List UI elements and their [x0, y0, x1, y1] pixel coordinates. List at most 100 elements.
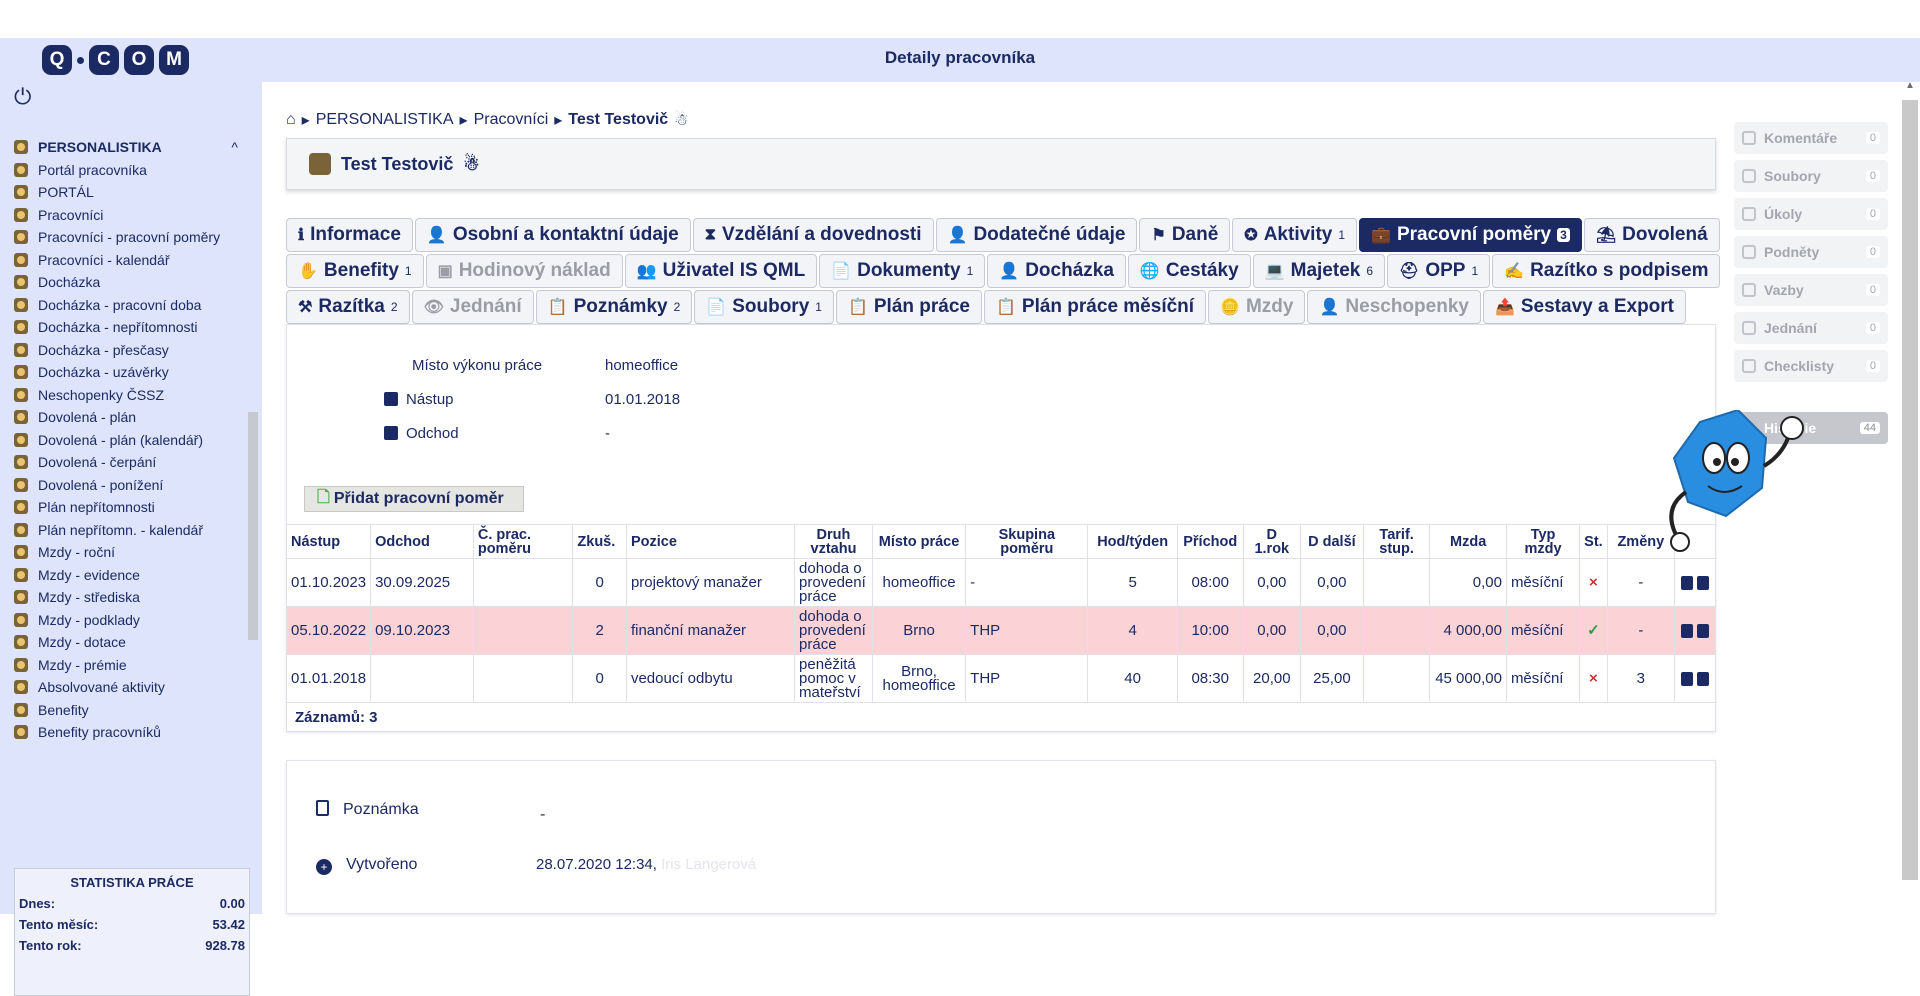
sidebar-item[interactable]: Benefity: [14, 699, 246, 722]
sidebar-item[interactable]: Plán nepřítomn. - kalendář: [14, 519, 246, 542]
tab-coins[interactable]: 🪙 Mzdy: [1208, 290, 1306, 324]
home-icon[interactable]: ⌂: [286, 111, 296, 129]
column-header[interactable]: Nástup: [285, 524, 372, 559]
column-header[interactable]: Místo práce: [871, 524, 967, 559]
sidebar-item[interactable]: Portál pracovníka: [14, 159, 246, 182]
tab-money[interactable]: ▣ Hodinový náklad: [425, 254, 623, 288]
breadcrumb-personalistika[interactable]: PERSONALISTIKA: [316, 111, 454, 129]
tab-signature[interactable]: ✍ Razítko s podpisem: [1492, 254, 1721, 288]
sidebar-item[interactable]: Absolvované aktivity: [14, 676, 246, 699]
tab-info[interactable]: ℹ Informace: [286, 218, 413, 252]
copy-icon[interactable]: [1680, 623, 1693, 638]
scroll-up-icon[interactable]: ▲: [1905, 80, 1915, 91]
cell-tarif: [1362, 606, 1431, 655]
table-row[interactable]: 01.10.2023 30.09.2025 0 projektový manažer d…: [285, 558, 1717, 607]
column-header[interactable]: Tarif. stup.: [1362, 524, 1431, 559]
sidebar-scroll-thumb[interactable]: [248, 412, 258, 640]
tab-user-clock[interactable]: 👤 Docházka: [987, 254, 1126, 288]
sidebar-item[interactable]: PORTÁL: [14, 181, 246, 204]
tab-laptop[interactable]: 💻 Majetek 6: [1252, 254, 1386, 288]
tab-globe[interactable]: 🌐 Cestáky: [1127, 254, 1251, 288]
delete-icon[interactable]: [1696, 623, 1709, 638]
column-header[interactable]: St.: [1579, 524, 1608, 559]
sidebar-item[interactable]: Docházka - pracovní doba: [14, 294, 246, 317]
tab-hand[interactable]: ✋ Benefity 1: [286, 254, 424, 288]
column-header[interactable]: Skupina poměru: [965, 524, 1089, 559]
table-row[interactable]: 01.01.2018 0 vedoucí odbytu peněžitá pomoc …: [285, 654, 1717, 703]
panel-task[interactable]: Úkoly 0: [1734, 198, 1888, 230]
panel-comment[interactable]: Komentáře 0: [1734, 122, 1888, 154]
tab-briefcase[interactable]: 💼 Pracovní poměry 3: [1359, 218, 1582, 252]
sidebar-item[interactable]: Mzdy - dotace: [14, 631, 246, 654]
panel-link[interactable]: Vazby 0: [1734, 274, 1888, 306]
tab-clipboard-list[interactable]: 📋 Plán práce: [835, 290, 982, 324]
tab-award[interactable]: ✪ Aktivity 1: [1232, 218, 1358, 252]
breadcrumb-pracovnici[interactable]: Pracovníci: [474, 111, 549, 129]
mascot-image: [1669, 410, 1804, 552]
main-scroll-thumb[interactable]: [1902, 100, 1918, 880]
tab-pdf[interactable]: 📄 Dokumenty 1: [819, 254, 986, 288]
sidebar-item[interactable]: Dovolená - plán (kalendář): [14, 429, 246, 452]
panel-meeting[interactable]: Jednání 0: [1734, 312, 1888, 344]
sidebar-scrollbar[interactable]: [246, 212, 260, 832]
sidebar-item[interactable]: Dovolená - ponížení: [14, 474, 246, 497]
column-header[interactable]: D další: [1299, 524, 1364, 559]
delete-icon[interactable]: [1696, 575, 1709, 590]
column-header[interactable]: Zkuš.: [572, 524, 627, 559]
column-header[interactable]: D 1.rok: [1242, 524, 1301, 559]
column-header[interactable]: Typ mzdy: [1505, 524, 1581, 559]
add-employment-button[interactable]: 🗋 Přidat pracovní poměr: [304, 486, 524, 512]
tab-umbrella[interactable]: ⛱ Dovolená: [1583, 218, 1720, 252]
column-header[interactable]: Příchod: [1176, 524, 1244, 559]
column-header[interactable]: Pozice: [625, 524, 796, 559]
tab-file-export[interactable]: 📤 Sestavy a Export: [1482, 290, 1687, 324]
tab-clipboard[interactable]: 📋 Poznámky 2: [535, 290, 693, 324]
delete-icon[interactable]: [1696, 671, 1709, 686]
sidebar-item[interactable]: Dovolená - plán: [14, 406, 246, 429]
panel-lightbulb[interactable]: Podněty 0: [1734, 236, 1888, 268]
tab-tax[interactable]: ⚑ Daně: [1139, 218, 1231, 252]
tab-helmet[interactable]: ⛑ OPP 1: [1387, 254, 1491, 288]
collapse-icon[interactable]: ^: [231, 136, 238, 159]
sidebar-list[interactable]: PERSONALISTIKA ^ Portál pracovníka PORTÁL Pr…: [14, 136, 246, 842]
sidebar-item[interactable]: PERSONALISTIKA ^: [14, 136, 246, 159]
tab-hourglass[interactable]: ⧗ Vzdělání a dovednosti: [692, 218, 934, 252]
table-row[interactable]: 05.10.2022 09.10.2023 2 finanční manažer doh…: [285, 606, 1717, 655]
tab-clipboard-list[interactable]: 📋 Plán práce měsíční: [983, 290, 1207, 324]
sidebar-item[interactable]: Mzdy - střediska: [14, 586, 246, 609]
tab-file-pdf[interactable]: 📄 Soubory 1: [694, 290, 834, 324]
column-header[interactable]: Druh vztahu: [794, 524, 873, 559]
power-icon[interactable]: ⏻: [14, 84, 31, 110]
column-header[interactable]: Mzda: [1429, 524, 1507, 559]
tab-label: Razítka: [318, 296, 385, 317]
copy-icon[interactable]: [1680, 671, 1693, 686]
sidebar-item[interactable]: Pracovníci - pracovní poměry: [14, 226, 246, 249]
sidebar-item[interactable]: Docházka: [14, 271, 246, 294]
tab-eye[interactable]: 👁 Jednání: [411, 290, 534, 324]
sidebar-item[interactable]: Pracovníci - kalendář: [14, 249, 246, 272]
column-header[interactable]: Odchod: [370, 524, 474, 559]
sidebar-item[interactable]: Docházka - přesčasy: [14, 339, 246, 362]
sidebar-item[interactable]: Dovolená - čerpání: [14, 451, 246, 474]
sidebar-item[interactable]: Pracovníci: [14, 204, 246, 227]
sidebar-item[interactable]: Docházka - uzávěrky: [14, 361, 246, 384]
sidebar-item[interactable]: Mzdy - evidence: [14, 564, 246, 587]
tab-users[interactable]: 👥 Uživatel IS QML: [624, 254, 818, 288]
created-user[interactable]: Iris Langerová: [661, 856, 756, 873]
tab-stamp[interactable]: ⚒ Razítka 2: [286, 290, 410, 324]
column-header[interactable]: Hod/týden: [1087, 524, 1178, 559]
sidebar-item[interactable]: Mzdy - podklady: [14, 609, 246, 632]
sidebar-item[interactable]: Neschopenky ČSSZ: [14, 384, 246, 407]
sidebar-item[interactable]: Docházka - nepřítomnosti: [14, 316, 246, 339]
sidebar-item[interactable]: Mzdy - roční: [14, 541, 246, 564]
tab-user-lock[interactable]: 👤 Osobní a kontaktní údaje: [414, 218, 691, 252]
panel-checklist[interactable]: Checklisty 0: [1734, 350, 1888, 382]
tab-user-plus[interactable]: 👤 Dodatečné údaje: [935, 218, 1138, 252]
column-header[interactable]: Č. prac. poměru: [472, 524, 574, 559]
panel-file[interactable]: Soubory 0: [1734, 160, 1888, 192]
sidebar-item[interactable]: Mzdy - prémie: [14, 654, 246, 677]
sidebar-item[interactable]: Plán nepřítomnosti: [14, 496, 246, 519]
tab-user-injured[interactable]: 👤 Neschopenky: [1307, 290, 1481, 324]
sidebar-item[interactable]: Benefity pracovníků: [14, 721, 246, 744]
copy-icon[interactable]: [1680, 575, 1693, 590]
